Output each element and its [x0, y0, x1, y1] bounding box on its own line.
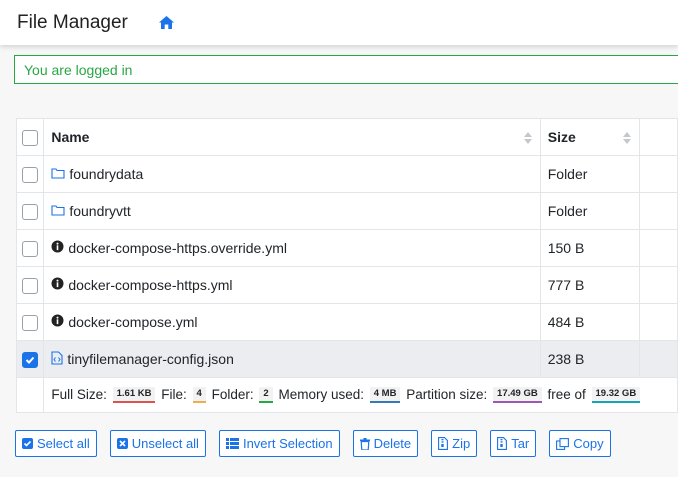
tar-button[interactable]: Tar [490, 430, 537, 457]
row-checkbox[interactable] [22, 203, 39, 220]
table-row[interactable]: foundrydata Folder [15, 155, 678, 193]
table-row[interactable]: docker-compose-https.yml 777 B [15, 266, 678, 304]
file-size: Folder [539, 155, 641, 193]
unselect-all-button[interactable]: Unselect all [109, 430, 206, 457]
select-all-checkbox[interactable] [22, 129, 39, 146]
archive-file-icon [438, 437, 449, 450]
folder-count-badge: 2 [259, 387, 273, 404]
invert-selection-button[interactable]: Invert Selection [218, 430, 340, 457]
folder-icon [51, 203, 65, 219]
file-size: 150 B [539, 229, 641, 267]
row-checkbox[interactable] [22, 314, 39, 331]
code-file-icon [51, 350, 63, 368]
delete-button[interactable]: Delete [352, 430, 419, 457]
table-header: Name Size [15, 118, 678, 156]
row-checkbox[interactable] [22, 166, 39, 183]
file-name-link[interactable]: foundrydata [69, 166, 143, 182]
free-of-label: free of [547, 386, 586, 402]
folder-count-label: Folder: [211, 386, 254, 402]
info-circle-icon [51, 314, 64, 330]
size-column-header[interactable]: Size [539, 118, 641, 156]
table-row[interactable]: docker-compose.yml 484 B [15, 303, 678, 341]
file-size: 777 B [539, 266, 641, 304]
info-circle-icon [51, 240, 64, 256]
file-size: 238 B [539, 340, 641, 378]
partition-badge: 17.49 GB [493, 387, 542, 404]
file-name-link[interactable]: docker-compose-https.override.yml [68, 240, 287, 256]
name-column-header[interactable]: Name [43, 118, 541, 156]
action-buttons: Select all Unselect all Invert Selection… [15, 430, 624, 457]
info-circle-icon [51, 277, 64, 293]
app-title[interactable]: File Manager [17, 12, 128, 34]
row-checkbox[interactable] [22, 277, 39, 294]
copy-button[interactable]: Copy [549, 430, 611, 457]
folder-icon [51, 166, 65, 182]
copy-icon [556, 437, 570, 450]
file-size: 484 B [539, 303, 641, 341]
list-icon [225, 438, 239, 449]
login-alert: You are logged in [14, 55, 678, 84]
table-row[interactable]: docker-compose-https.override.yml 150 B [15, 229, 678, 267]
zip-button[interactable]: Zip [431, 430, 478, 457]
summary-row: Full Size: 1.61 KB File: 4 Folder: 2 Mem… [15, 377, 678, 413]
archive-file-icon [497, 437, 508, 450]
file-name-link[interactable]: docker-compose-https.yml [68, 277, 232, 293]
sort-icon [623, 131, 632, 147]
file-size: Folder [539, 192, 641, 230]
file-name-link[interactable]: foundryvtt [69, 203, 130, 219]
partition-label: Partition size: [406, 386, 488, 402]
table-row[interactable]: foundryvtt Folder [15, 192, 678, 230]
file-table: Name Size foundrydata Folder foundryvtt … [15, 118, 678, 413]
file-count-badge: 4 [192, 387, 206, 404]
full-size-label: Full Size: [51, 386, 107, 402]
alert-text: You are logged in [24, 61, 133, 78]
total-badge: 19.32 GB [591, 387, 641, 404]
row-checkbox[interactable] [22, 351, 39, 368]
home-icon[interactable] [158, 15, 175, 30]
x-square-icon [116, 438, 128, 449]
sort-icon [523, 131, 532, 147]
file-name-link[interactable]: tinyfilemanager-config.json [67, 351, 234, 367]
check-square-icon [22, 438, 33, 449]
row-checkbox[interactable] [22, 240, 39, 257]
file-count-label: File: [161, 386, 187, 402]
full-size-badge: 1.61 KB [112, 387, 156, 404]
navbar: File Manager [0, 0, 678, 45]
table-row[interactable]: tinyfilemanager-config.json 238 B [15, 340, 678, 378]
memory-badge: 4 MB [369, 387, 401, 404]
memory-label: Memory used: [278, 386, 364, 402]
trash-icon [359, 437, 370, 450]
file-name-link[interactable]: docker-compose.yml [68, 314, 197, 330]
select-all-button[interactable]: Select all [15, 430, 97, 457]
